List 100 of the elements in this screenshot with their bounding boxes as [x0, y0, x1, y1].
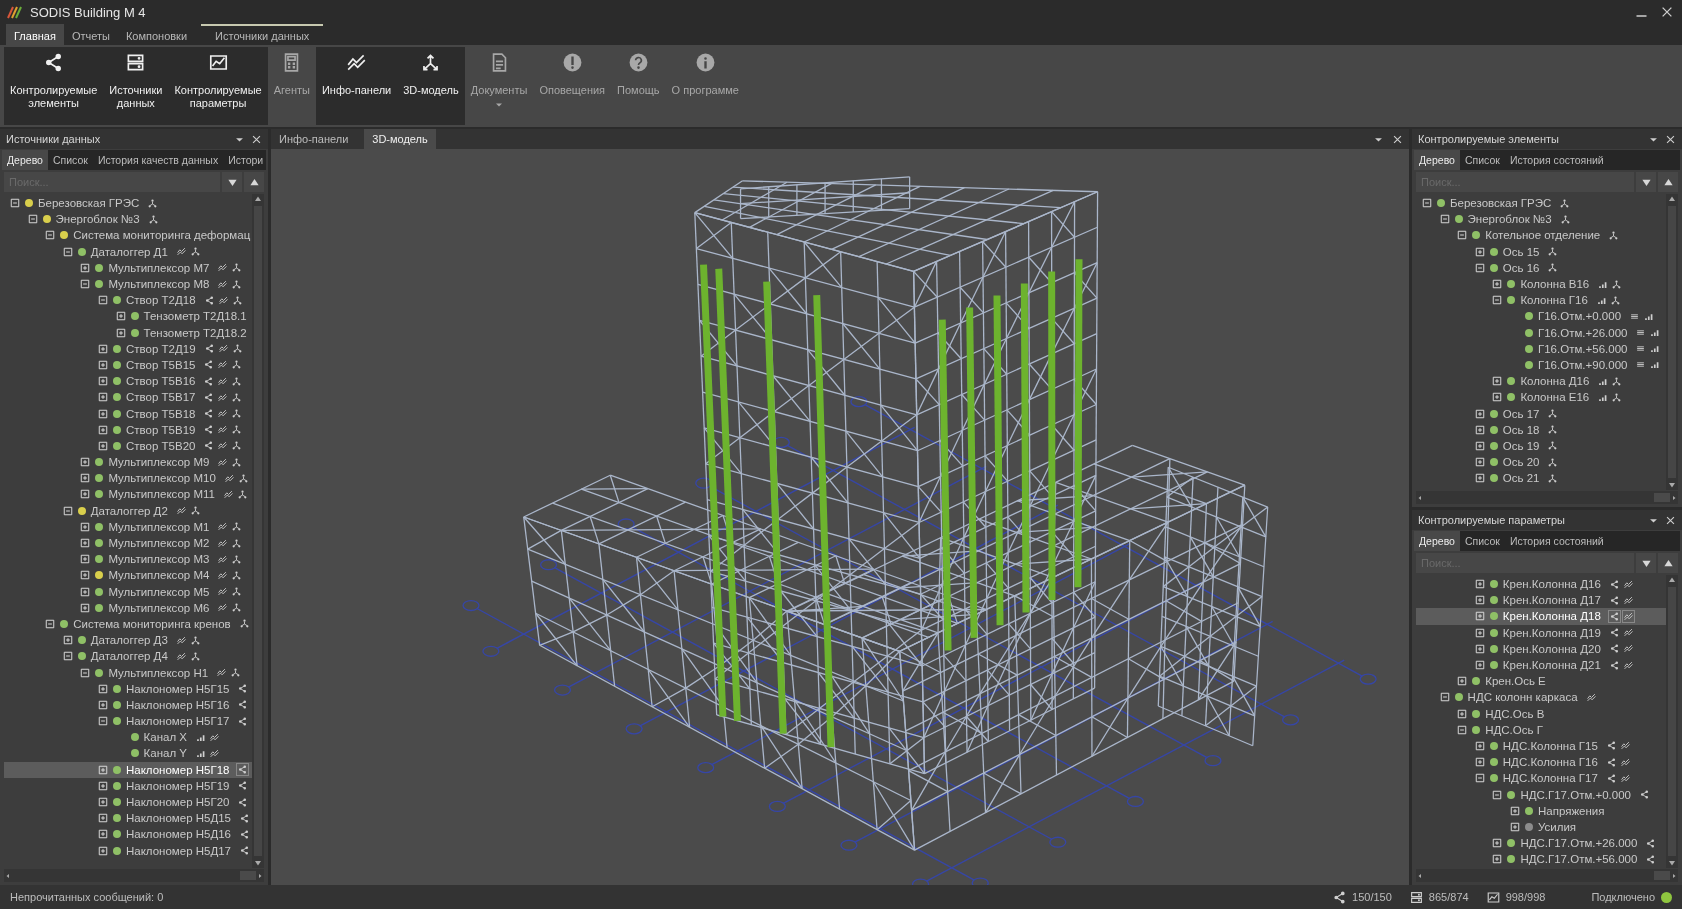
collapse-icon[interactable] [1439, 214, 1450, 225]
ribbon-button[interactable]: Источники данных [103, 47, 169, 125]
collapse-icon[interactable] [1474, 773, 1485, 784]
expand-icon[interactable] [1474, 579, 1485, 590]
tree-item[interactable]: Крен.Ось Е [1416, 673, 1666, 690]
panel-tab[interactable]: Дерево [1414, 150, 1460, 170]
expand-icon[interactable] [115, 327, 126, 338]
document-tab[interactable]: 3D-модель [364, 129, 436, 149]
collapse-icon[interactable] [27, 214, 38, 225]
collapse-icon[interactable] [80, 667, 91, 678]
tree-item[interactable]: Наклономер Н5Д17 [4, 842, 252, 859]
expand-icon[interactable] [1474, 408, 1485, 419]
down-arrow-icon[interactable] [1668, 858, 1676, 868]
collapse-icon[interactable] [80, 279, 91, 290]
scrollbar[interactable] [4, 869, 264, 882]
panel-tab[interactable]: Истори [223, 150, 268, 170]
tree-item[interactable]: Створ Т2Д18 [4, 292, 252, 309]
tree-item[interactable]: Система мониторинга деформац [4, 227, 252, 244]
collapse-icon[interactable] [1474, 262, 1485, 273]
tree-item[interactable]: Мультиплексор М8 [4, 275, 252, 293]
tree-item[interactable]: Система мониторинга кренов [4, 615, 252, 633]
up-arrow-button[interactable] [1658, 553, 1678, 573]
tree-item[interactable]: Мультиплексор М4 [4, 567, 252, 584]
collapse-icon[interactable] [1457, 230, 1468, 241]
tree-item[interactable]: Створ Т5В17 [4, 389, 252, 406]
ribbon-tab[interactable]: Отчеты [63, 24, 118, 45]
expand-icon[interactable] [1474, 473, 1485, 484]
tree-item[interactable]: Мультиплексор М6 [4, 599, 252, 616]
expand-icon[interactable] [80, 521, 91, 532]
ribbon-button[interactable]: Контролируемые элементы [4, 47, 104, 125]
tree-item[interactable]: НДС.Колонна Г15 [1416, 737, 1666, 755]
close-icon[interactable] [1665, 133, 1676, 145]
expand-icon[interactable] [1492, 854, 1503, 865]
tree-item[interactable]: Створ Т5В19 [4, 421, 252, 438]
tree-item[interactable]: Даталоггер Д1 [4, 243, 252, 260]
scrollbar[interactable] [252, 194, 264, 868]
expand-icon[interactable] [62, 635, 73, 646]
scrollbar[interactable] [1416, 491, 1678, 504]
collapse-icon[interactable] [1457, 724, 1468, 735]
expand-icon[interactable] [1474, 627, 1485, 638]
collapse-icon[interactable] [62, 246, 73, 257]
expand-icon[interactable] [98, 845, 108, 856]
expand-icon[interactable] [80, 262, 91, 273]
tree-item[interactable]: Колонна В16 [1416, 275, 1666, 293]
collapse-icon[interactable] [98, 716, 108, 727]
close-icon[interactable] [1392, 133, 1403, 145]
tree-item[interactable]: Крен.Колонна Д20 [1416, 640, 1666, 657]
tree-item[interactable]: Наклономер Н5Г20 [4, 793, 252, 811]
expand-icon[interactable] [98, 797, 108, 808]
tree-item[interactable]: Канал X [4, 729, 252, 746]
expand-icon[interactable] [98, 699, 108, 710]
panel-tab[interactable]: Список [47, 150, 93, 170]
expand-icon[interactable] [80, 538, 91, 549]
ribbon-button[interactable]: Документы [464, 47, 534, 125]
expand-icon[interactable] [1474, 440, 1485, 451]
down-arrow-button[interactable] [1636, 172, 1656, 192]
tree-item[interactable]: Крен.Колонна Д18 [1416, 608, 1666, 625]
collapse-icon[interactable] [45, 230, 56, 241]
tree-item[interactable]: Наклономер Н5Г17 [4, 713, 252, 730]
tree-item[interactable]: Створ Т5В16 [4, 373, 252, 390]
tree-item[interactable]: Даталоггер Д3 [4, 632, 252, 649]
expand-icon[interactable] [98, 392, 108, 403]
expand-icon[interactable] [80, 602, 91, 613]
expand-icon[interactable] [98, 683, 108, 694]
collapse-icon[interactable] [45, 618, 56, 629]
tree-item[interactable]: Ось 20 [1416, 454, 1666, 471]
expand-icon[interactable] [1492, 392, 1503, 403]
ribbon-button[interactable]: Контролируемые параметры [168, 47, 268, 125]
tree-item[interactable]: НДС.Ось В [1416, 705, 1666, 722]
expand-icon[interactable] [1474, 611, 1485, 622]
scrollbar[interactable] [1666, 575, 1678, 868]
down-arrow-button[interactable] [1636, 553, 1656, 573]
expand-icon[interactable] [80, 570, 91, 581]
ribbon-button[interactable]: Агенты [267, 47, 316, 125]
tree-item[interactable]: Мультиплексор М3 [4, 551, 252, 568]
expand-icon[interactable] [80, 457, 91, 468]
tree-item[interactable]: НДС колонн каркаса [1416, 689, 1666, 706]
tree-item[interactable]: Створ Т5В20 [4, 437, 252, 454]
expand-icon[interactable] [1510, 805, 1520, 816]
tree-item[interactable]: Котельное отделение [1416, 227, 1666, 244]
tree-item[interactable]: Ось 19 [1416, 437, 1666, 454]
tree-item[interactable]: Мультиплексор М1 [4, 518, 252, 535]
tree-item[interactable]: Березовская ГРЭС [1416, 195, 1666, 212]
expand-icon[interactable] [98, 764, 108, 775]
tree-item[interactable]: Ось 17 [1416, 405, 1666, 422]
expand-icon[interactable] [1474, 457, 1485, 468]
tree-item[interactable]: НДС.Колонна Г16 [1416, 754, 1666, 771]
tree-item[interactable]: НДС.Г17.Отм.+26.000 [1416, 835, 1666, 852]
tree-item[interactable]: Березовская ГРЭС [4, 195, 252, 212]
tree-item[interactable]: Г16.Отм.+26.000 [1416, 324, 1666, 341]
collapse-icon[interactable] [1492, 789, 1503, 800]
collapse-icon[interactable] [1439, 692, 1450, 703]
up-arrow-icon[interactable] [1668, 194, 1676, 204]
tree-item[interactable]: Канал Y [4, 745, 252, 762]
tree-item[interactable]: Даталоггер Д2 [4, 502, 252, 519]
tree-item[interactable]: Крен.Колонна Д19 [1416, 624, 1666, 641]
expand-icon[interactable] [1510, 821, 1520, 832]
tree-item[interactable]: Мультиплексор М7 [4, 259, 252, 276]
expand-icon[interactable] [80, 586, 91, 597]
tree-item[interactable]: Энергоблок №3 [1416, 211, 1666, 228]
